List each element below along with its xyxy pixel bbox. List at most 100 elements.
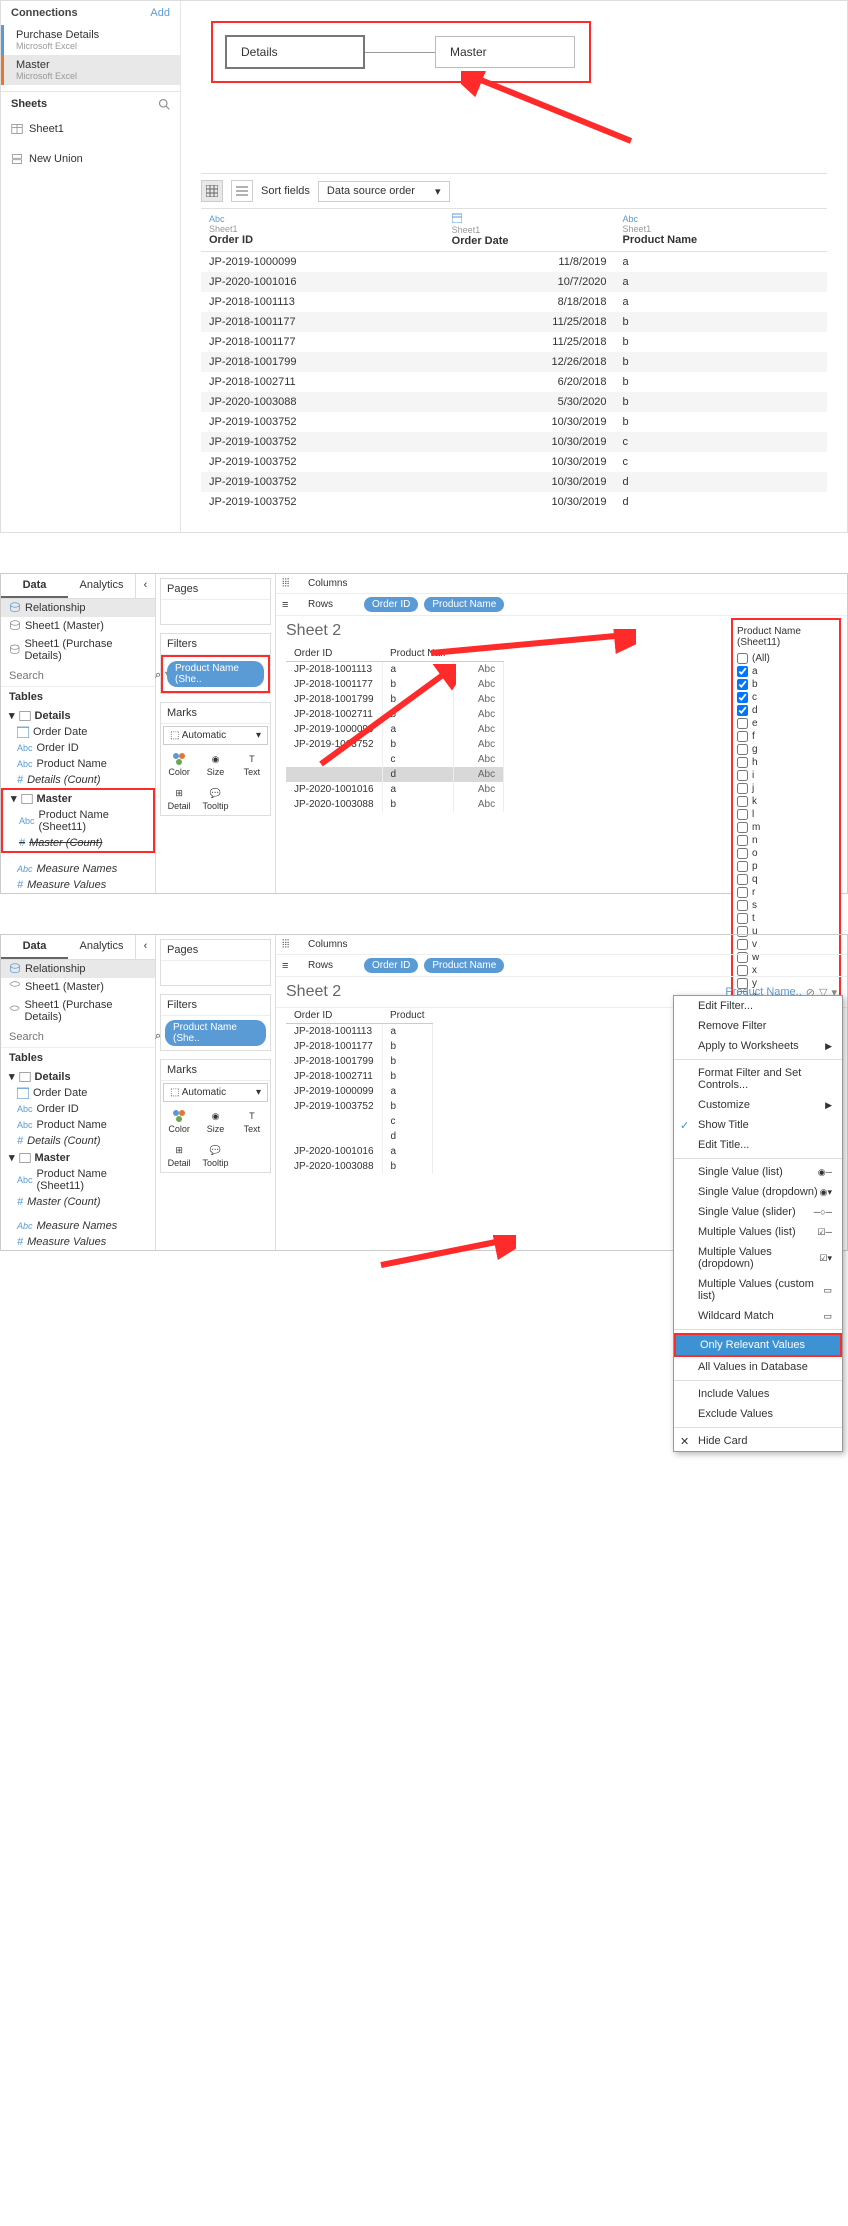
- filter-option[interactable]: b: [737, 678, 835, 691]
- menu-edit-title[interactable]: Edit Title...: [674, 1135, 842, 1155]
- field-product-name[interactable]: AbcProduct Name: [1, 756, 155, 772]
- new-union-button[interactable]: New Union: [1, 149, 180, 169]
- sort-fields-dropdown[interactable]: Data source order ▾: [318, 181, 450, 202]
- field-measure-names[interactable]: AbcMeasure Names: [1, 861, 155, 877]
- data-row[interactable]: JP-2019-100009911/8/2019a: [201, 252, 827, 273]
- menu-remove-filter[interactable]: Remove Filter: [674, 1016, 842, 1036]
- row-pill-order-id[interactable]: Order ID: [364, 958, 418, 973]
- filter-option[interactable]: q: [737, 873, 835, 886]
- tab-analytics[interactable]: Analytics: [68, 935, 135, 959]
- crosstab-row[interactable]: JP-2019-1000099a: [286, 1084, 432, 1099]
- marks-type-dropdown[interactable]: ⬚ Automatic▾: [163, 726, 268, 745]
- filters-shelf[interactable]: Product Name (She..: [161, 1016, 270, 1050]
- crosstab-row[interactable]: JP-2018-1002711bAbc: [286, 707, 504, 722]
- data-row[interactable]: JP-2018-100117711/25/2018b: [201, 332, 827, 352]
- header-product-name[interactable]: Product: [382, 1008, 432, 1024]
- filter-option[interactable]: j: [737, 782, 835, 795]
- checkbox[interactable]: [737, 705, 748, 716]
- table-master[interactable]: ▾ Master: [3, 790, 153, 807]
- menu-wildcard[interactable]: Wildcard Match▭: [674, 1306, 842, 1326]
- checkbox[interactable]: [737, 887, 748, 898]
- marks-detail-button[interactable]: ⊞Detail: [161, 1138, 197, 1172]
- datasource-sheet-details[interactable]: Sheet1 (Purchase Details): [1, 635, 155, 665]
- marks-size-button[interactable]: ◉Size: [197, 1104, 233, 1138]
- row-pill-order-id[interactable]: Order ID: [364, 597, 418, 612]
- field-master-count[interactable]: #Master (Count): [3, 835, 153, 851]
- field-details-count[interactable]: #Details (Count): [1, 772, 155, 788]
- checkbox[interactable]: [737, 718, 748, 729]
- crosstab-row[interactable]: JP-2018-1001113a: [286, 1024, 432, 1040]
- field-order-date[interactable]: Order Date: [1, 724, 155, 740]
- filter-option[interactable]: i: [737, 769, 835, 782]
- column-header-orderdate[interactable]: Sheet1 Order Date: [444, 209, 615, 252]
- menu-only-relevant-values[interactable]: Only Relevant Values: [674, 1333, 842, 1357]
- rows-shelf[interactable]: Order ID Product Name: [364, 597, 841, 612]
- marks-text-button[interactable]: TText: [234, 747, 270, 781]
- filter-option[interactable]: d: [737, 704, 835, 717]
- data-row[interactable]: JP-2019-100375210/30/2019b: [201, 412, 827, 432]
- filter-option[interactable]: f: [737, 730, 835, 743]
- tab-analytics[interactable]: Analytics: [68, 574, 135, 598]
- menu-mv-dropdown[interactable]: Multiple Values (dropdown)☑▾: [674, 1242, 842, 1274]
- crosstab-row[interactable]: JP-2020-1003088b: [286, 1159, 432, 1174]
- marks-type-dropdown[interactable]: ⬚ Automatic▾: [163, 1083, 268, 1102]
- checkbox[interactable]: [737, 861, 748, 872]
- datasource-relationship[interactable]: Relationship: [1, 960, 155, 978]
- checkbox[interactable]: [737, 731, 748, 742]
- row-pill-product-name[interactable]: Product Name: [424, 958, 504, 973]
- menu-apply-worksheets[interactable]: Apply to Worksheets▶: [674, 1036, 842, 1056]
- filter-option-all[interactable]: (All): [737, 652, 835, 665]
- data-row[interactable]: JP-2018-10027116/20/2018b: [201, 372, 827, 392]
- crosstab-row[interactable]: JP-2019-1000099aAbc: [286, 722, 504, 737]
- rows-shelf[interactable]: Order ID Product Name: [364, 958, 841, 973]
- crosstab-row[interactable]: JP-2018-1001177b: [286, 1039, 432, 1054]
- datasource-sheet-details[interactable]: Sheet1 (Purchase Details): [1, 996, 155, 1026]
- checkbox[interactable]: [737, 848, 748, 859]
- table-details[interactable]: ▾ Details: [1, 707, 155, 724]
- row-pill-product-name[interactable]: Product Name: [424, 597, 504, 612]
- filter-option[interactable]: l: [737, 808, 835, 821]
- crosstab-row[interactable]: JP-2018-1001113aAbc: [286, 662, 504, 678]
- sheet-item[interactable]: Sheet1: [1, 119, 180, 139]
- search-icon[interactable]: [158, 98, 170, 113]
- logical-table-details[interactable]: Details: [225, 35, 365, 69]
- pages-shelf[interactable]: [161, 961, 270, 985]
- filter-option[interactable]: c: [737, 691, 835, 704]
- field-product-name-sheet11[interactable]: AbcProduct Name (Sheet11): [3, 807, 153, 835]
- tab-data[interactable]: Data: [1, 935, 68, 959]
- collapse-icon[interactable]: ▾: [11, 792, 17, 805]
- tab-data[interactable]: Data: [1, 574, 68, 598]
- menu-sv-slider[interactable]: Single Value (slider)─○─: [674, 1202, 842, 1222]
- filter-option[interactable]: e: [737, 717, 835, 730]
- column-header-orderid[interactable]: Abc Sheet1 Order ID: [201, 209, 444, 252]
- filter-pill-product-name[interactable]: Product Name (She..: [165, 1020, 266, 1046]
- field-master-count[interactable]: #Master (Count): [1, 1194, 155, 1210]
- search-input[interactable]: [9, 1031, 151, 1043]
- collapse-icon[interactable]: ▾: [9, 1070, 15, 1083]
- data-row[interactable]: JP-2019-100375210/30/2019c: [201, 432, 827, 452]
- crosstab-row[interactable]: JP-2018-1002711b: [286, 1069, 432, 1084]
- field-order-id[interactable]: AbcOrder ID: [1, 740, 155, 756]
- crosstab-row[interactable]: JP-2018-1001799bAbc: [286, 692, 504, 707]
- field-measure-values[interactable]: #Measure Values: [1, 877, 155, 893]
- checkbox[interactable]: [737, 757, 748, 768]
- marks-color-button[interactable]: Color: [161, 747, 197, 781]
- marks-text-button[interactable]: TText: [234, 1104, 270, 1138]
- crosstab-row[interactable]: cAbc: [286, 752, 504, 767]
- checkbox[interactable]: [737, 913, 748, 924]
- data-row[interactable]: JP-2019-100375210/30/2019d: [201, 472, 827, 492]
- collapse-icon[interactable]: ▾: [9, 1151, 15, 1164]
- search-input[interactable]: [9, 670, 151, 682]
- marks-size-button[interactable]: ◉Size: [197, 747, 233, 781]
- datasource-sheet-master[interactable]: Sheet1 (Master): [1, 617, 155, 635]
- checkbox[interactable]: [737, 874, 748, 885]
- collapse-pane-button[interactable]: ‹: [135, 574, 155, 598]
- field-order-date[interactable]: Order Date: [1, 1085, 155, 1101]
- crosstab-row[interactable]: JP-2019-1003752b: [286, 1099, 432, 1114]
- menu-sv-dropdown[interactable]: Single Value (dropdown)◉▾: [674, 1182, 842, 1202]
- data-row[interactable]: JP-2020-10030885/30/2020b: [201, 392, 827, 412]
- crosstab-row[interactable]: d: [286, 1129, 432, 1144]
- filter-option[interactable]: o: [737, 847, 835, 860]
- checkbox[interactable]: [737, 679, 748, 690]
- field-measure-names[interactable]: AbcMeasure Names: [1, 1218, 155, 1234]
